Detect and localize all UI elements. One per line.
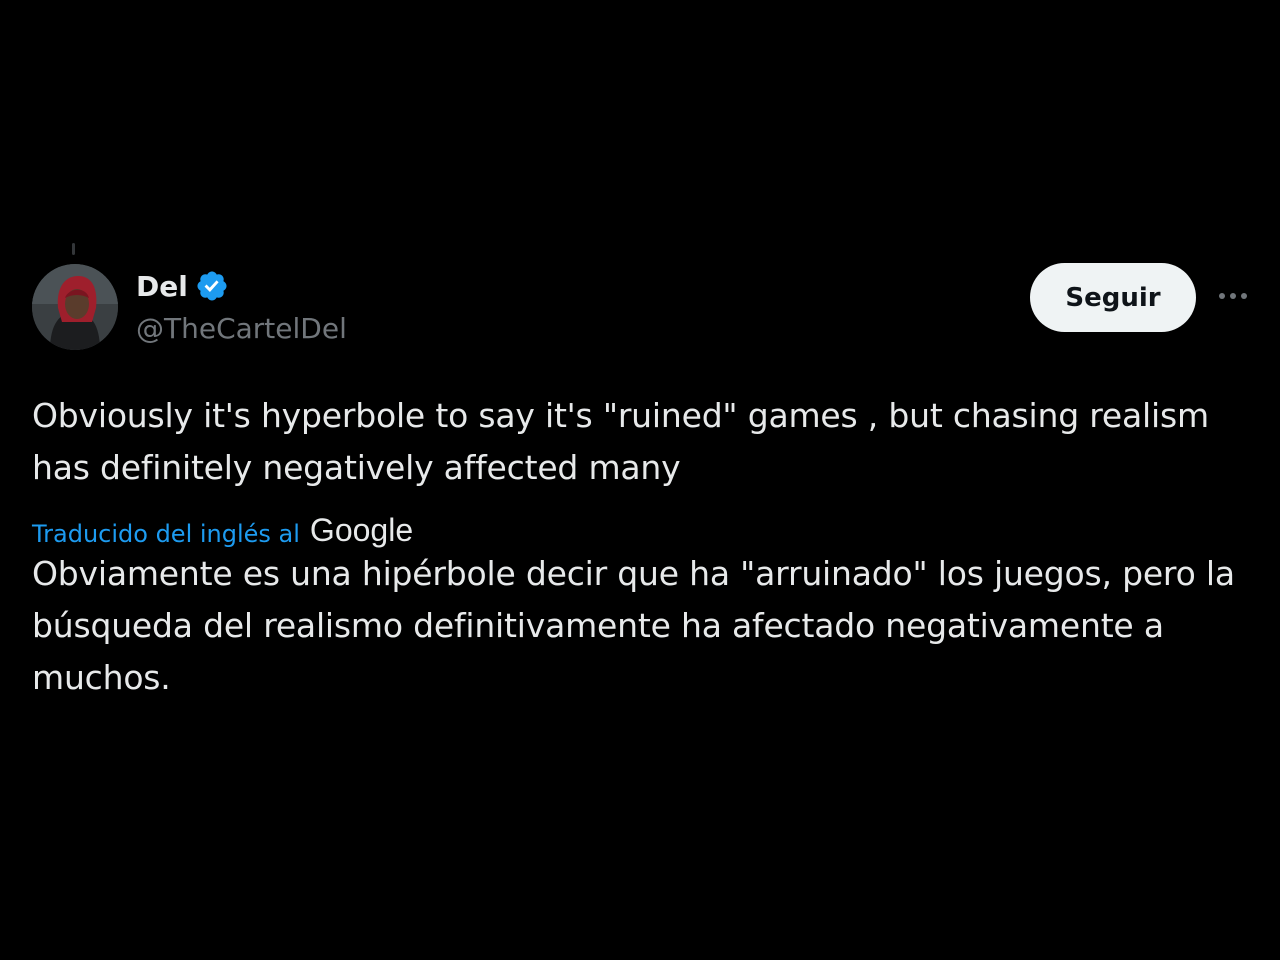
translated-from-link[interactable]: Traducido del inglés al (32, 520, 300, 548)
verified-badge-icon[interactable] (195, 269, 229, 303)
tweet-text: Obviously it's hyperbole to say it's "ru… (32, 396, 1209, 487)
display-name-row: Del (136, 266, 347, 306)
thread-connector-line (72, 243, 75, 255)
author-names: Del @TheCartelDel (136, 266, 347, 346)
google-logo: Google (309, 512, 414, 548)
more-options-icon[interactable] (1216, 284, 1252, 308)
avatar-image (32, 264, 118, 350)
translated-text: Obviamente es una hipérbole decir que ha… (32, 554, 1235, 697)
translation-attribution: Traducido del inglés al Google (32, 504, 1252, 548)
tweet: Del @TheCartelDel Seguir Obviously it's … (32, 262, 1252, 704)
follow-button[interactable]: Seguir (1030, 263, 1196, 332)
avatar[interactable] (32, 264, 118, 350)
display-name[interactable]: Del (136, 270, 188, 303)
tweet-header: Del @TheCartelDel Seguir (32, 262, 1252, 352)
user-handle[interactable]: @TheCartelDel (136, 312, 347, 345)
